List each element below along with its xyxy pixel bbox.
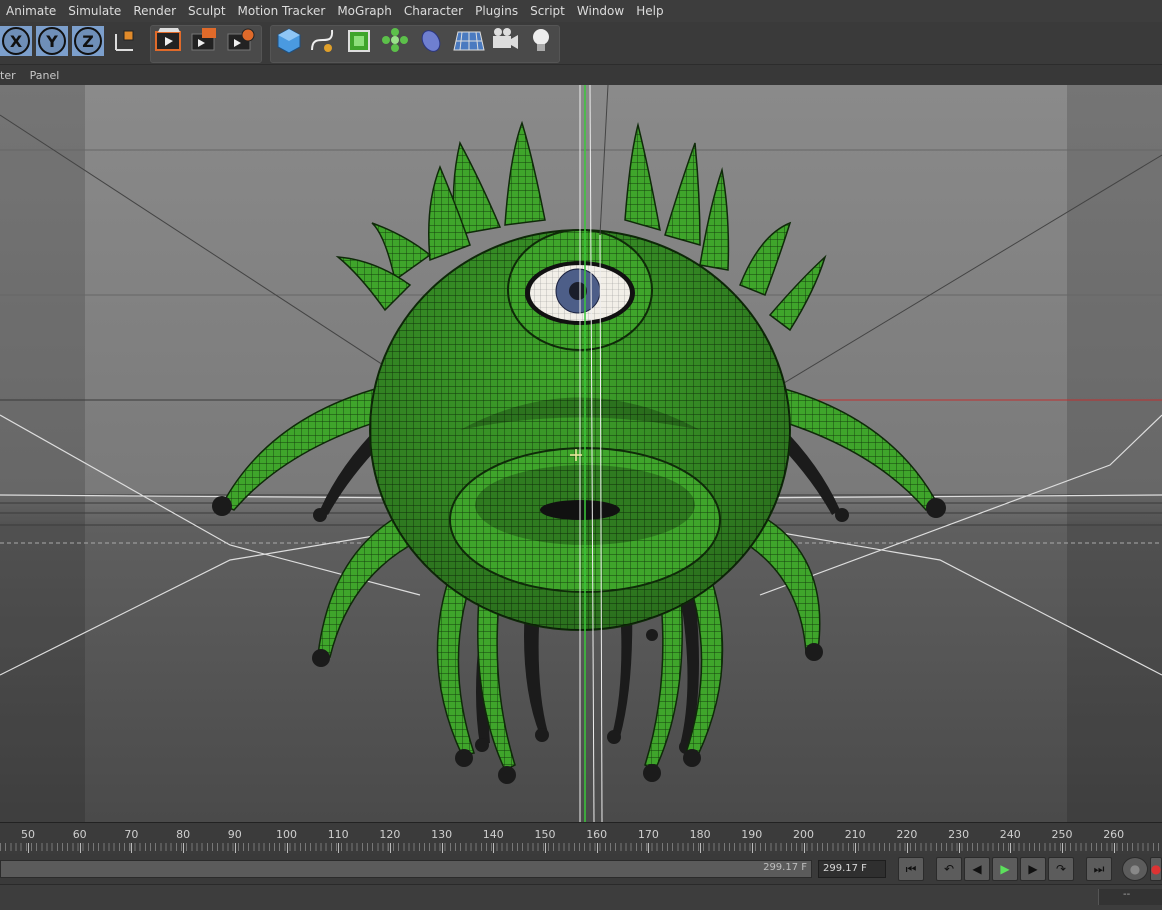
previous-frame-icon: ◀	[972, 862, 981, 876]
go-to-end-button[interactable]: ⏭	[1086, 857, 1112, 881]
safe-frame-right	[1067, 85, 1162, 822]
timeline-tick-label: 180	[690, 828, 711, 841]
menu-window[interactable]: Window	[571, 4, 630, 18]
timeline-tick-label: 120	[379, 828, 400, 841]
render-settings-icon	[226, 26, 256, 54]
y-axis-icon: Y	[38, 27, 66, 55]
render-view-icon	[154, 26, 184, 54]
menu-motion-tracker[interactable]: Motion Tracker	[232, 4, 332, 18]
timeline-tick-label: 130	[431, 828, 452, 841]
next-key-button[interactable]: ↷	[1048, 857, 1074, 881]
timeline-tick-label: 190	[741, 828, 762, 841]
spline-pen-icon	[308, 26, 338, 54]
auto-key-button[interactable]: ●	[1150, 857, 1162, 881]
deformer-icon	[416, 26, 446, 54]
timeline-tick-label: 140	[483, 828, 504, 841]
timeline-tick-label: 210	[845, 828, 866, 841]
render-picture-viewer-button[interactable]	[190, 26, 220, 54]
render-to-picture-viewer-icon	[190, 26, 220, 54]
time-slider[interactable]: 299.17 F	[0, 860, 812, 878]
time-slider-value: 299.17 F	[763, 862, 807, 873]
render-view-button[interactable]	[154, 26, 184, 54]
subdivision-surface-icon	[344, 26, 374, 54]
render-settings-button[interactable]	[226, 26, 256, 54]
light-icon	[526, 26, 556, 54]
go-to-end-icon: ⏭	[1094, 862, 1105, 877]
menu-animate[interactable]: Animate	[0, 4, 62, 18]
timeline-tick-label: 220	[896, 828, 917, 841]
timeline-tick-label: 50	[21, 828, 35, 841]
world-coordinates-button[interactable]	[110, 26, 140, 54]
viewport-menu-filter[interactable]: ter	[0, 69, 22, 82]
timeline-tick-label: 260	[1103, 828, 1124, 841]
menu-bar: Animate Simulate Render Sculpt Motion Tr…	[0, 0, 1162, 22]
safe-frame-left	[0, 85, 85, 822]
timeline-tick-label: 250	[1052, 828, 1073, 841]
menu-script[interactable]: Script	[524, 4, 571, 18]
play-icon: ▶	[1000, 862, 1009, 876]
current-frame-field[interactable]: 299.17 F	[818, 860, 886, 878]
timeline-ruler[interactable]: 50 60 70 80 90 100 110 120 130 140 150 160 170 180 190…	[0, 822, 1162, 855]
timeline-tick-label: 110	[328, 828, 349, 841]
light-button[interactable]	[526, 26, 556, 54]
menu-sculpt[interactable]: Sculpt	[182, 4, 231, 18]
record-button[interactable]: ●	[1122, 857, 1148, 881]
spline-button[interactable]	[308, 26, 338, 54]
menu-character[interactable]: Character	[398, 4, 469, 18]
menu-mograph[interactable]: MoGraph	[331, 4, 398, 18]
camera-icon	[490, 26, 520, 54]
world-coordinates-icon	[111, 26, 139, 54]
timeline-tick-label: 70	[124, 828, 138, 841]
z-axis-button[interactable]: Z	[72, 26, 104, 56]
cube-icon	[274, 26, 304, 54]
go-to-start-icon: ⏮	[906, 862, 917, 877]
menu-plugins[interactable]: Plugins	[469, 4, 524, 18]
subdivision-surface-button[interactable]	[344, 26, 374, 54]
3d-viewport[interactable]	[0, 85, 1162, 822]
x-axis-button[interactable]: X	[0, 26, 32, 56]
timeline-tick-label: 170	[638, 828, 659, 841]
next-frame-button[interactable]: ▶	[1020, 857, 1046, 881]
record-icon: ●	[1130, 862, 1140, 876]
previous-frame-button[interactable]: ◀	[964, 857, 990, 881]
timeline-tick-label: 200	[793, 828, 814, 841]
status-bar: --	[0, 884, 1162, 910]
next-frame-icon: ▶	[1028, 862, 1037, 876]
timeline-tick-label: 160	[586, 828, 607, 841]
transport-bar: 299.17 F 299.17 F ⏮ ↶ ◀ ▶ ▶ ↷ ⏭ ● ●	[0, 854, 1162, 884]
go-to-start-button[interactable]: ⏮	[898, 857, 924, 881]
next-key-icon: ↷	[1056, 862, 1066, 876]
status-field: --	[1098, 889, 1162, 905]
previous-key-icon: ↶	[944, 862, 954, 876]
x-axis-icon: X	[2, 27, 30, 55]
menu-simulate[interactable]: Simulate	[62, 4, 127, 18]
toolbar: X Y Z	[0, 22, 1162, 65]
floor-button[interactable]	[452, 26, 486, 54]
timeline-tick-label: 150	[535, 828, 556, 841]
timeline-tick-label: 90	[228, 828, 242, 841]
cube-button[interactable]	[274, 26, 304, 54]
timeline-tick-label: 80	[176, 828, 190, 841]
timeline-tick-label: 230	[948, 828, 969, 841]
z-axis-icon: Z	[74, 27, 102, 55]
viewport-canvas[interactable]	[0, 85, 1162, 822]
play-button[interactable]: ▶	[992, 857, 1018, 881]
array-icon	[380, 26, 410, 54]
camera-button[interactable]	[490, 26, 520, 54]
deformer-button[interactable]	[416, 26, 446, 54]
floor-icon	[452, 26, 486, 54]
menu-render[interactable]: Render	[127, 4, 182, 18]
timeline-tick-label: 60	[73, 828, 87, 841]
timeline-tick-label: 240	[1000, 828, 1021, 841]
previous-key-button[interactable]: ↶	[936, 857, 962, 881]
viewport-menu-panel[interactable]: Panel	[22, 69, 66, 82]
timeline-minor-ticks	[0, 843, 1162, 851]
timeline-tick-label: 100	[276, 828, 297, 841]
menu-help[interactable]: Help	[630, 4, 669, 18]
viewport-menu-bar: ter Panel	[0, 65, 1162, 85]
mograph-button[interactable]	[380, 26, 410, 54]
y-axis-button[interactable]: Y	[36, 26, 68, 56]
auto-key-icon: ●	[1151, 862, 1161, 876]
